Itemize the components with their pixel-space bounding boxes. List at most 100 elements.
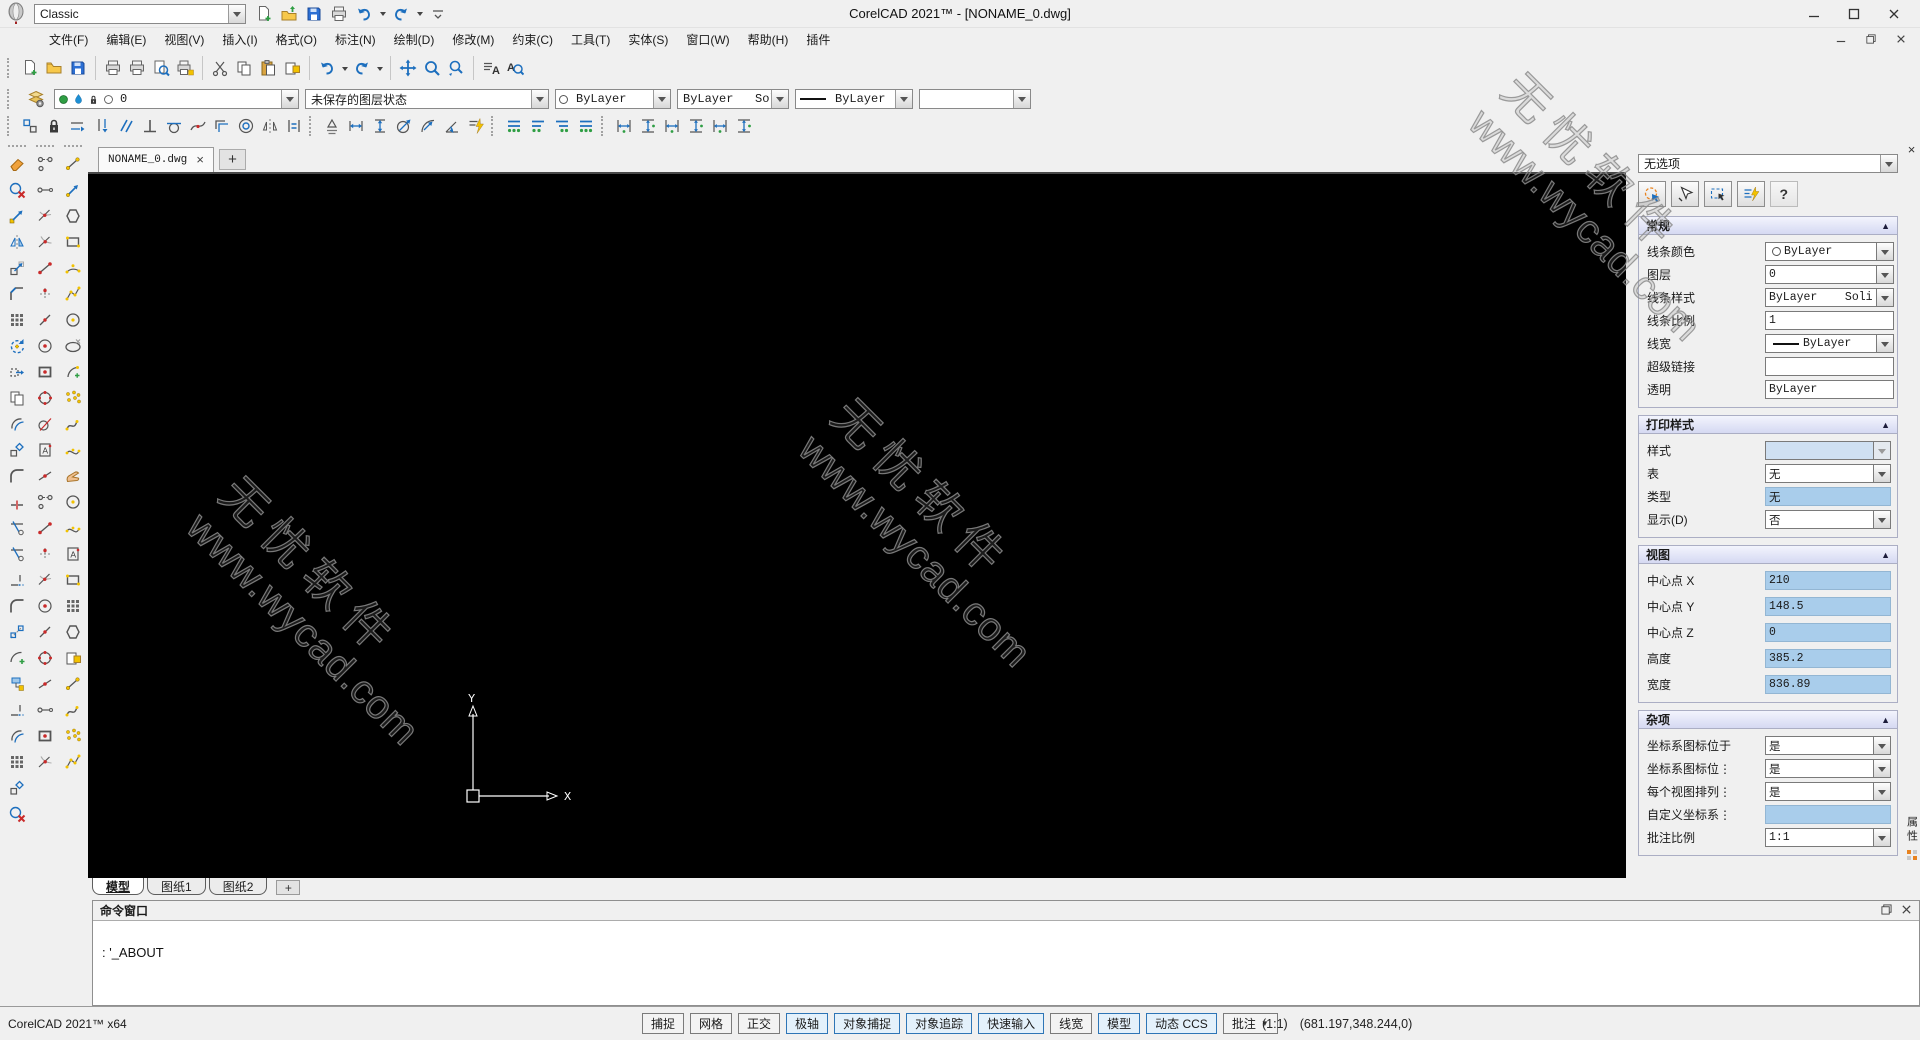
pattern-linear-button[interactable] xyxy=(502,114,526,138)
doc-restore-button[interactable] xyxy=(1862,31,1880,47)
menu-v[interactable]: 视图(V) xyxy=(155,31,213,49)
symmetric-constraint-button[interactable] xyxy=(258,114,282,138)
section-header-print-style[interactable]: 打印样式▲ xyxy=(1639,416,1897,434)
draw-points-button[interactable] xyxy=(60,385,86,411)
extend-button[interactable] xyxy=(4,567,30,593)
snap-settings-button[interactable] xyxy=(32,593,58,619)
horizontal-constraint-button[interactable] xyxy=(66,114,90,138)
chevron-down-icon[interactable] xyxy=(1877,288,1894,307)
property-field-Y[interactable]: 148.5 xyxy=(1765,597,1891,616)
collapse-icon[interactable]: ▲ xyxy=(1881,550,1890,560)
scale-button[interactable] xyxy=(4,255,30,281)
equal-constraint-button[interactable] xyxy=(282,114,306,138)
find-text-button[interactable]: A xyxy=(503,56,527,80)
toolbar-grip[interactable] xyxy=(7,89,13,109)
status-toggle-模型[interactable]: 模型 xyxy=(1098,1013,1140,1034)
menu-n[interactable]: 标注(N) xyxy=(326,31,385,49)
status-toggle-捕捉[interactable]: 捕捉 xyxy=(642,1013,684,1034)
snap-extension-button[interactable] xyxy=(32,515,58,541)
property-field-[interactable]: 无 xyxy=(1765,464,1891,483)
draw-point-button[interactable] xyxy=(60,671,86,697)
align-button[interactable] xyxy=(4,619,30,645)
draw-arc-button[interactable] xyxy=(60,359,86,385)
mirror-button[interactable] xyxy=(4,229,30,255)
smooth-constraint-button[interactable] xyxy=(186,114,210,138)
move-button[interactable] xyxy=(4,203,30,229)
help-button[interactable]: ? xyxy=(1770,181,1798,207)
print-style-combo[interactable] xyxy=(919,89,1031,109)
snap-tangent-button[interactable] xyxy=(32,411,58,437)
quick-select-button[interactable] xyxy=(1737,181,1765,207)
redo-dropdown-caret[interactable] xyxy=(414,2,425,26)
chevron-down-icon[interactable] xyxy=(895,90,912,108)
snap-entity-button[interactable] xyxy=(32,619,58,645)
new-file-button[interactable] xyxy=(18,56,42,80)
menu-t[interactable]: 工具(T) xyxy=(562,31,619,49)
snap-node2-button[interactable] xyxy=(32,723,58,749)
draw-ray-button[interactable] xyxy=(60,177,86,203)
chevron-down-icon[interactable] xyxy=(1874,759,1891,778)
active-layer-combo[interactable]: 0 xyxy=(54,89,299,109)
doc-close-button[interactable] xyxy=(1892,31,1910,47)
new-sheet-button[interactable]: + xyxy=(276,880,300,895)
draw-polyline-button[interactable] xyxy=(60,281,86,307)
menu-m[interactable]: 修改(M) xyxy=(443,31,503,49)
pattern-right-button[interactable] xyxy=(550,114,574,138)
split-button[interactable] xyxy=(4,489,30,515)
coincident-constraint-button[interactable] xyxy=(18,114,42,138)
snap-apparent-intersection-button[interactable] xyxy=(32,229,58,255)
menu-w[interactable]: 窗口(W) xyxy=(677,31,738,49)
chevron-down-icon[interactable] xyxy=(1874,736,1891,755)
property-field-[interactable]: 是 xyxy=(1765,736,1891,755)
chamfer-button[interactable] xyxy=(4,281,30,307)
draw-arc-3point-button[interactable] xyxy=(60,255,86,281)
toolbar-grip[interactable] xyxy=(36,145,54,149)
draw-rectangle-button[interactable] xyxy=(60,229,86,255)
selection-filter-combo[interactable]: 无选项 xyxy=(1638,154,1898,173)
draw-spline-button[interactable] xyxy=(60,411,86,437)
save-button[interactable] xyxy=(302,2,326,26)
space-equal-vertical-button[interactable] xyxy=(636,114,660,138)
chevron-down-icon[interactable] xyxy=(653,90,670,108)
insert-block-button[interactable] xyxy=(280,56,304,80)
group-button[interactable] xyxy=(4,775,30,801)
chevron-down-icon[interactable] xyxy=(1874,441,1891,460)
draw-curve-button[interactable] xyxy=(60,437,86,463)
concentric-constraint-button[interactable] xyxy=(234,114,258,138)
save-button[interactable] xyxy=(66,56,90,80)
command-window-titlebar[interactable]: 命令窗口 xyxy=(93,901,1919,921)
property-field-[interactable]: 1:1 xyxy=(1765,828,1891,847)
status-toggle-网格[interactable]: 网格 xyxy=(690,1013,732,1034)
property-field-[interactable]: 是 xyxy=(1765,782,1891,801)
property-field-[interactable]: 是 xyxy=(1765,759,1891,778)
delete-constraints-button[interactable] xyxy=(4,177,30,203)
fix-point-constraint-button[interactable] xyxy=(320,114,344,138)
status-toggle-线宽[interactable]: 线宽 xyxy=(1050,1013,1092,1034)
menu-s[interactable]: 实体(S) xyxy=(619,31,677,49)
cmd-close-button[interactable] xyxy=(1901,904,1912,918)
property-field-[interactable]: 836.89 xyxy=(1765,675,1891,694)
tangent-constraint-button[interactable] xyxy=(162,114,186,138)
chevron-down-icon[interactable] xyxy=(1877,334,1894,353)
status-toggle-动态CCS[interactable]: 动态 CCS xyxy=(1146,1013,1217,1034)
line-style-combo[interactable]: ByLayer Soli xyxy=(677,89,789,109)
undo-button[interactable] xyxy=(352,2,376,26)
sheet-tab-模型[interactable]: 模型 xyxy=(92,878,144,895)
offset-constraint-button[interactable] xyxy=(210,114,234,138)
stretch-button[interactable] xyxy=(4,359,30,385)
trim-button[interactable] xyxy=(4,515,30,541)
status-toggle-极轴[interactable]: 极轴 xyxy=(786,1013,828,1034)
line-weight-combo[interactable]: ByLayer xyxy=(795,89,913,109)
property-field-[interactable] xyxy=(1765,805,1891,824)
property-field-[interactable]: ByLayer Soli xyxy=(1765,288,1894,307)
layer-state-combo[interactable]: 未保存的图层状态 xyxy=(305,89,549,109)
weld-button[interactable] xyxy=(4,593,30,619)
status-toggle-快速输入[interactable]: 快速输入 xyxy=(978,1013,1044,1034)
snap-endpoint-button[interactable] xyxy=(32,151,58,177)
command-history[interactable]: : '_ABOUT xyxy=(93,921,1919,1005)
property-field-D[interactable]: 否 xyxy=(1765,510,1891,529)
delete-button[interactable] xyxy=(4,151,30,177)
toolbar-overflow-button[interactable] xyxy=(426,2,450,26)
collapse-icon[interactable]: ▲ xyxy=(1881,715,1890,725)
copy-button[interactable] xyxy=(232,56,256,80)
